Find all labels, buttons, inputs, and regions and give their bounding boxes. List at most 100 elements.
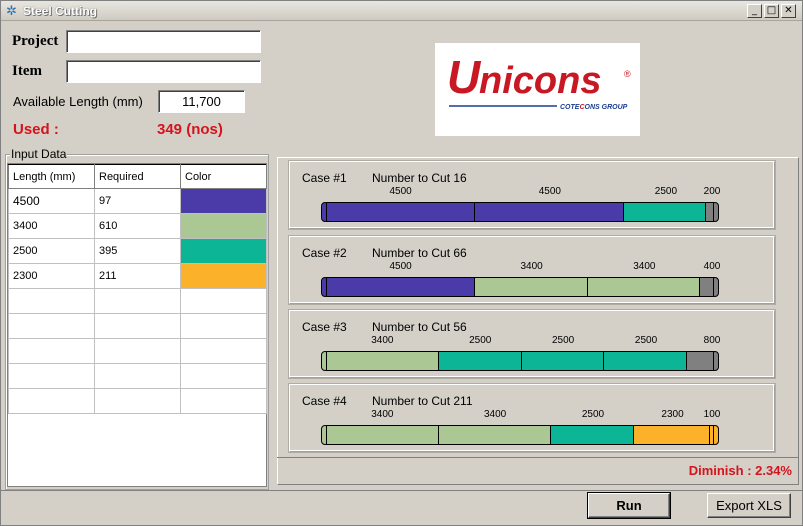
cut-segment [587, 278, 700, 296]
cell-required[interactable] [94, 288, 181, 314]
segment-label: 3400 [371, 335, 394, 346]
cut-segment [604, 352, 687, 370]
case-cut-count: Number to Cut 66 [372, 246, 467, 260]
cell-color[interactable] [180, 188, 267, 214]
cell-required[interactable] [94, 388, 181, 414]
cut-segment [327, 203, 476, 221]
cell-color[interactable] [180, 338, 267, 364]
table-row[interactable] [8, 313, 267, 339]
project-label: Project [12, 33, 59, 49]
cut-segment [439, 426, 552, 444]
segment-label: 3400 [633, 261, 656, 272]
logo-registered: ® [624, 69, 631, 79]
cell-required[interactable]: 97 [94, 188, 181, 214]
title-bar: ✲ Steel Cutting _ □ ✕ [1, 1, 802, 21]
run-button[interactable]: Run [587, 492, 671, 519]
steel-cutting-window: ✲ Steel Cutting _ □ ✕ Project Item Avail… [0, 0, 803, 526]
table-row[interactable]: 2500 395 [8, 238, 267, 264]
cell-required[interactable]: 211 [94, 263, 181, 289]
segment-label: 2300 [661, 409, 684, 420]
diminish-label: Diminish : 2.34% [688, 463, 792, 478]
table-row[interactable] [8, 288, 267, 314]
cut-bar [326, 351, 714, 371]
table-row[interactable]: 2300 211 [8, 263, 267, 289]
cut-segment [699, 278, 713, 296]
cell-color[interactable] [180, 288, 267, 314]
table-row[interactable] [8, 338, 267, 364]
cell-length[interactable]: 2300 [8, 263, 95, 289]
item-input[interactable] [66, 60, 261, 83]
logo-graphic: U nicons ® COTECONS GROUP [447, 51, 631, 111]
segment-label: 2500 [469, 335, 492, 346]
case-box: Case #4 Number to Cut 211 3400 3400 2500 2300… [288, 383, 776, 453]
cut-segment [475, 203, 624, 221]
segment-label: 2500 [581, 409, 605, 420]
cut-segment [475, 278, 588, 296]
cut-segment [521, 352, 605, 370]
cut-segment [439, 352, 522, 370]
cell-color[interactable] [180, 213, 267, 239]
case-box: Case #2 Number to Cut 66 4500 3400 3400 400 [288, 235, 776, 305]
cell-required[interactable] [94, 338, 181, 364]
cell-length[interactable]: 3400 [8, 213, 95, 239]
item-label: Item [12, 63, 42, 79]
cut-segment [551, 426, 634, 444]
cut-bar [326, 202, 714, 222]
cut-segment [709, 426, 713, 444]
cell-length[interactable] [8, 363, 95, 389]
segment-label: 3400 [371, 409, 394, 420]
table-row[interactable] [8, 388, 267, 414]
cut-segment [686, 352, 713, 370]
case-title: Case #3 [302, 320, 347, 334]
cell-length[interactable] [8, 388, 95, 414]
case-box: Case #1 Number to Cut 16 4500 4500 2500 200 [288, 160, 776, 230]
cell-color[interactable] [180, 388, 267, 414]
case-title: Case #4 [302, 394, 347, 408]
cell-color[interactable] [180, 263, 267, 289]
segment-label: 2500 [551, 335, 575, 346]
minimize-button[interactable]: _ [747, 4, 762, 18]
segment-label: 3400 [484, 409, 507, 420]
available-length-label: Available Length (mm) [13, 94, 143, 109]
unicons-logo: U nicons ® COTECONS GROUP [435, 43, 640, 136]
export-xls-button[interactable]: Export XLS [707, 493, 791, 518]
used-value: 349 (nos) [157, 121, 223, 138]
cell-length[interactable] [8, 288, 95, 314]
header-length[interactable]: Length (mm) [8, 164, 95, 189]
segment-label: 2500 [634, 335, 658, 346]
cell-color[interactable] [180, 313, 267, 339]
cell-length[interactable] [8, 313, 95, 339]
close-button[interactable]: ✕ [781, 4, 796, 18]
table-row[interactable]: 4500 97 [8, 188, 267, 214]
cut-segment [327, 352, 440, 370]
segment-label: 4500 [389, 186, 412, 197]
cell-length[interactable]: 2500 [8, 238, 95, 264]
cell-required[interactable] [94, 313, 181, 339]
cell-required[interactable]: 610 [94, 213, 181, 239]
maximize-button[interactable]: □ [764, 4, 779, 18]
cell-color[interactable] [180, 363, 267, 389]
project-input[interactable] [66, 30, 261, 53]
table-row[interactable]: 3400 610 [8, 213, 267, 239]
case-box: Case #3 Number to Cut 56 3400 2500 2500 2500 8… [288, 309, 776, 379]
diminish-divider [277, 457, 799, 458]
cell-required[interactable] [94, 363, 181, 389]
cell-color[interactable] [180, 238, 267, 264]
input-data-grid[interactable]: Length (mm) Required Color 4500 97 3400 610… [8, 164, 267, 414]
cell-length[interactable]: 4500 [8, 188, 95, 214]
table-row[interactable] [8, 363, 267, 389]
case-cut-count: Number to Cut 56 [372, 320, 467, 334]
header-color[interactable]: Color [180, 164, 267, 189]
cut-segment [633, 426, 710, 444]
cell-required[interactable]: 395 [94, 238, 181, 264]
segment-label: 4500 [389, 261, 412, 272]
segment-label: 200 [703, 186, 721, 197]
header-required[interactable]: Required [94, 164, 181, 189]
cut-segment [706, 203, 713, 221]
cut-segment [327, 426, 440, 444]
available-length-input[interactable]: 11,700 [158, 90, 245, 113]
segment-label: 3400 [520, 261, 543, 272]
segment-label: 800 [703, 335, 721, 346]
cell-length[interactable] [8, 338, 95, 364]
logo-tagline: COTECONS GROUP [560, 104, 628, 111]
